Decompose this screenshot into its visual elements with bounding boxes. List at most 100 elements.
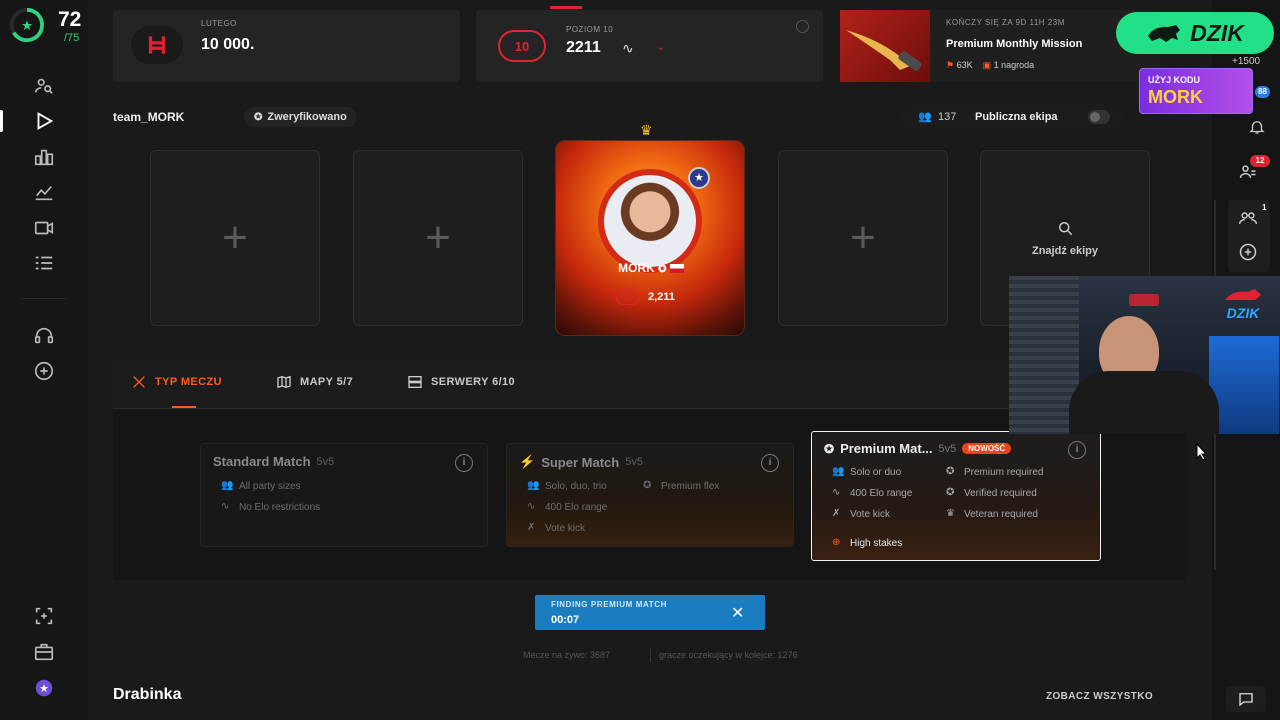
level-number: 72 bbox=[58, 8, 82, 31]
super-match-format: 5v5 bbox=[625, 456, 643, 468]
tab-match-type[interactable]: TYP MECZU bbox=[131, 374, 222, 390]
kick-icon: ✗ bbox=[527, 522, 536, 533]
support-icon[interactable] bbox=[30, 324, 58, 348]
premium-star-icon[interactable]: ★ bbox=[30, 676, 58, 700]
feature-verified-required: ✪ Verified required bbox=[946, 487, 1037, 499]
add-friend-icon[interactable] bbox=[1238, 242, 1258, 267]
feature-vote-kick: ✗ Vote kick bbox=[527, 522, 586, 534]
stats-divider bbox=[650, 648, 651, 662]
queue-count: gracze oczekujący w kolejce: 1276 bbox=[659, 650, 798, 660]
invite-slot-3[interactable]: + bbox=[778, 150, 948, 326]
members-count: 137 bbox=[938, 111, 957, 123]
svg-text:★: ★ bbox=[39, 683, 49, 695]
play-icon[interactable] bbox=[30, 109, 58, 133]
add-icon[interactable] bbox=[30, 359, 58, 383]
finding-label: FINDING PREMIUM MATCH bbox=[551, 600, 667, 609]
party-icon: 👥 bbox=[221, 480, 234, 491]
premium-match-format: 5v5 bbox=[938, 442, 957, 455]
party-icon[interactable] bbox=[1238, 208, 1258, 233]
plus-icon: + bbox=[850, 213, 876, 262]
player-card[interactable]: ★ MORK ✪ 10 2,211 bbox=[555, 140, 745, 336]
player-name-row: MORK ✪ bbox=[556, 261, 744, 275]
player-level-badge: 10 bbox=[616, 289, 640, 305]
info-icon[interactable]: i bbox=[1068, 441, 1086, 459]
premium-match-card[interactable]: ✪ Premium Mat... 5v5 NOWOŚĆ i 👥 Solo or d… bbox=[811, 431, 1101, 561]
premium-match-title: Premium Mat... bbox=[840, 441, 933, 456]
search-players-icon[interactable] bbox=[30, 74, 58, 98]
screenshot-icon[interactable] bbox=[30, 604, 58, 628]
premium-star-icon: ✪ bbox=[824, 441, 835, 456]
leaderboard-icon[interactable] bbox=[30, 145, 58, 169]
mission-stat-points: ⚑ 63K bbox=[946, 60, 973, 70]
info-icon[interactable]: i bbox=[455, 454, 473, 472]
feature-elo: ∿ 400 Elo range bbox=[527, 501, 608, 513]
public-toggle[interactable] bbox=[1088, 110, 1110, 124]
plus-icon: + bbox=[425, 213, 451, 262]
level-progress-icon[interactable]: ★ bbox=[8, 6, 46, 44]
kick-icon: ✗ bbox=[832, 508, 841, 519]
verified-badge: ✪ Zweryfikowano bbox=[244, 107, 357, 127]
live-matches: Mecze na żywo: 3687 bbox=[523, 650, 611, 660]
party-icon: 👥 bbox=[527, 480, 540, 491]
tab-maps[interactable]: MAPY 5/7 bbox=[276, 374, 353, 390]
points-label: LUTEGO bbox=[201, 19, 237, 28]
dzik-sponsor-banner: DZIK bbox=[1116, 12, 1274, 54]
star-icon: ✪ bbox=[643, 480, 652, 491]
active-tab-indicator bbox=[172, 406, 196, 408]
chat-icon bbox=[1239, 693, 1253, 707]
friends-count-badge: 12 bbox=[1250, 155, 1270, 167]
standard-match-card[interactable]: Standard Match 5v5 i 👥 All party sizes ∿ No… bbox=[200, 443, 488, 547]
premium-title-row: ✪ Premium Mat... 5v5 NOWOŚĆ bbox=[824, 441, 1012, 456]
chevron-down-icon[interactable]: ⌄ bbox=[656, 40, 665, 53]
boar-logo-icon bbox=[1148, 25, 1181, 42]
info-icon[interactable]: i bbox=[761, 454, 779, 472]
player-elo: 2,211 bbox=[648, 291, 675, 303]
promo-code-label: UŻYJ KODU bbox=[1148, 75, 1201, 85]
bell-icon[interactable] bbox=[1248, 118, 1270, 140]
list-icon[interactable] bbox=[30, 251, 58, 275]
crossed-swords-icon bbox=[133, 376, 145, 388]
left-sidebar: ★ 72 /75 ★ bbox=[0, 0, 88, 720]
super-match-card[interactable]: ⚡ Super Match 5v5 i 👥 Solo, duo, trio ∿ 400 … bbox=[506, 443, 794, 547]
ladder-title: Drabinka bbox=[113, 686, 182, 703]
feature-premium-required: ✪ Premium required bbox=[946, 466, 1044, 478]
see-all-link[interactable]: ZOBACZ WSZYSTKO bbox=[1046, 691, 1153, 702]
promo-code: MORK bbox=[1148, 87, 1203, 107]
feature-elo: ∿ No Elo restrictions bbox=[221, 501, 321, 513]
close-icon[interactable]: ✕ bbox=[731, 603, 744, 623]
brand-name: DZIK bbox=[1190, 19, 1244, 46]
mission-card[interactable]: KOŃCZY SIĘ ZA 9D 11H 23M Premium Monthly… bbox=[840, 10, 1160, 82]
level-badge: 10 bbox=[498, 30, 546, 62]
super-match-title: Super Match bbox=[541, 454, 620, 470]
points-value: 10 000. bbox=[201, 36, 255, 53]
find-team-label: Znajdź ekipy bbox=[1031, 245, 1099, 257]
blue-badge: 88 bbox=[1255, 86, 1270, 98]
mission-stats: ⚑ 63K ▣ 1 nagroda bbox=[946, 60, 1034, 71]
level-sub: /75 bbox=[64, 32, 80, 44]
info-icon[interactable] bbox=[796, 20, 809, 33]
level-card: 10 POZIOM 10 2211 ∿ ⌄ bbox=[476, 6, 823, 82]
video-icon[interactable] bbox=[30, 216, 58, 240]
new-badge: NOWOŚĆ bbox=[962, 443, 1012, 454]
stats-icon[interactable] bbox=[30, 180, 58, 204]
neon-light bbox=[1129, 294, 1159, 306]
invite-slot-1[interactable]: + bbox=[150, 150, 320, 326]
player-elo-row: 10 2,211 bbox=[616, 289, 675, 305]
player-name: MORK bbox=[618, 261, 655, 275]
feature-veteran-required: ♛ Veteran required bbox=[946, 508, 1038, 520]
mission-knife-image bbox=[840, 10, 930, 82]
feature-party: 👥 Solo, duo, trio bbox=[527, 480, 607, 492]
chat-toggle[interactable] bbox=[1226, 686, 1266, 712]
svg-text:★: ★ bbox=[21, 18, 33, 33]
tab-servers[interactable]: SERWERY 6/10 bbox=[407, 374, 515, 390]
invite-slot-2[interactable]: + bbox=[353, 150, 523, 326]
player-avatar bbox=[598, 169, 702, 273]
members-icon: 👥 bbox=[918, 111, 932, 123]
sidebar-divider bbox=[22, 298, 66, 299]
finding-match-bar: FINDING PREMIUM MATCH 00:07 ✕ bbox=[535, 595, 765, 630]
standard-match-format: 5v5 bbox=[316, 455, 335, 468]
briefcase-icon[interactable] bbox=[30, 640, 58, 664]
feature-elo: ∿ 400 Elo range bbox=[832, 487, 913, 499]
elo-icon: ∿ bbox=[527, 501, 536, 512]
feature-party: 👥 Solo or duo bbox=[832, 466, 902, 478]
